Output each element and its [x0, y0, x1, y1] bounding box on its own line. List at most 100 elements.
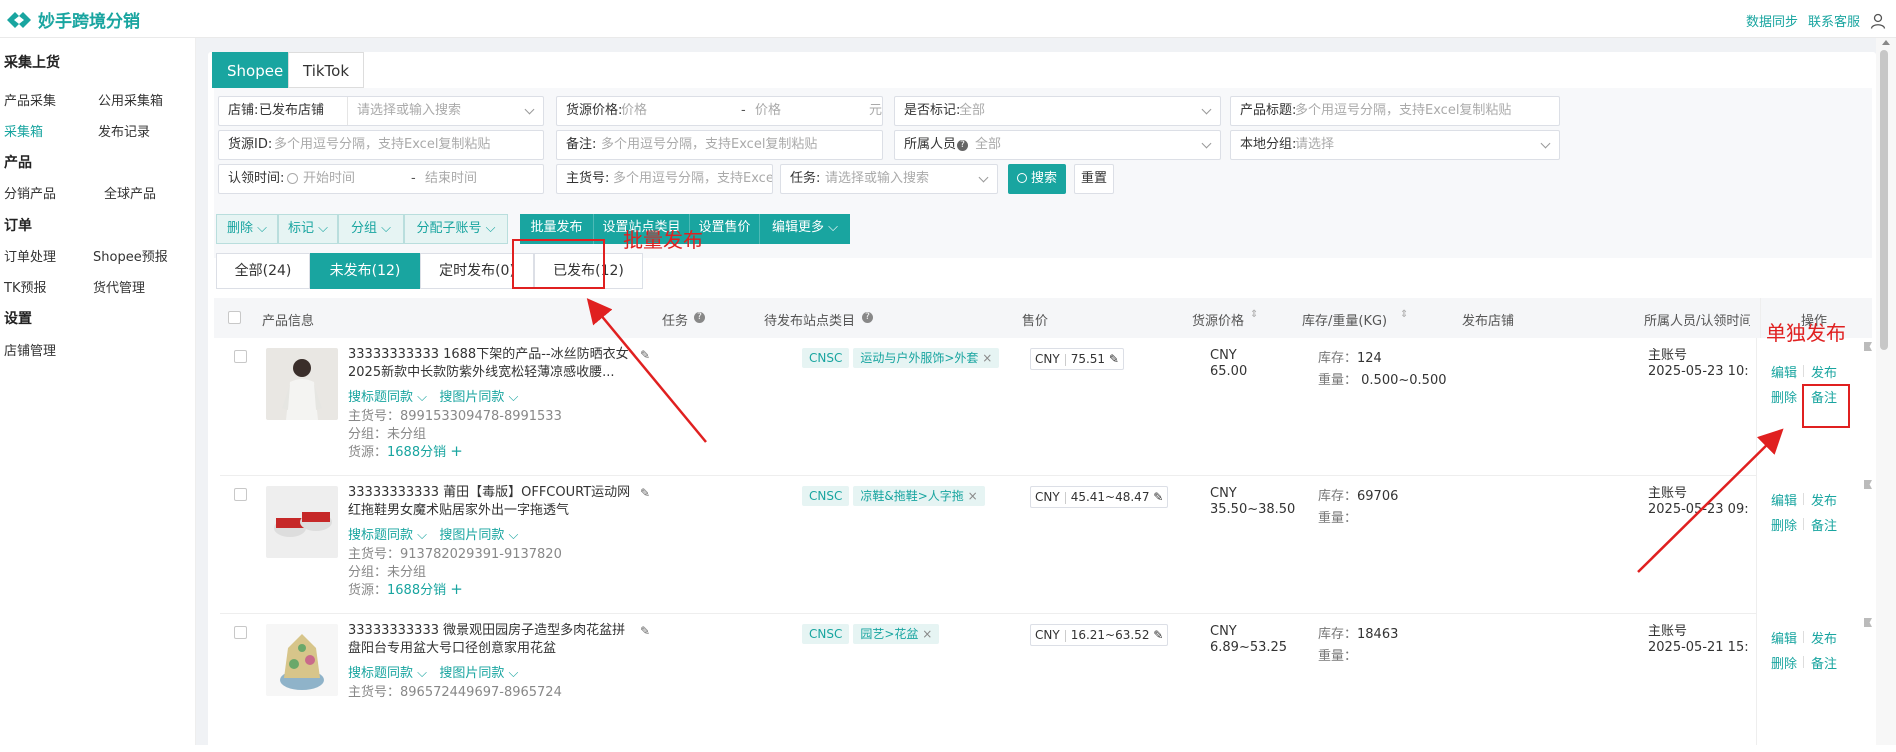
source-link[interactable]: 1688分销 — [387, 445, 446, 460]
product-thumbnail[interactable] — [266, 624, 338, 696]
search-title-same-link[interactable]: 搜标题同款 — [348, 390, 413, 405]
price-field[interactable]: CNY 16.21~63.52 ✎ — [1030, 624, 1169, 646]
price-value: 45.41~48.47 — [1070, 490, 1150, 504]
weight-label: 重量： — [1318, 649, 1358, 664]
weight-label: 重量： — [1318, 373, 1358, 388]
sidebar-item-collect-box[interactable]: 采集箱 — [4, 121, 43, 140]
source-price: CNY 65.00 — [1210, 348, 1247, 380]
app-logo[interactable]: 妙手跨境分销 — [6, 7, 140, 32]
edit-button[interactable]: 编辑 — [1771, 490, 1797, 509]
stock-label: 库存： — [1318, 489, 1358, 504]
close-icon[interactable]: × — [968, 489, 978, 503]
flag-icon[interactable] — [1864, 342, 1872, 351]
table-row: 33333333333 微景观田园房子造型多肉花盆拼盘阳台专用盆大号口径创意家用… — [220, 614, 1878, 745]
edit-button[interactable]: 编辑 — [1771, 628, 1797, 647]
search-title-same-link[interactable]: 搜标题同款 — [348, 666, 413, 681]
table-header: 产品信息 任务 ? 待发布站点类目 ? 售价 货源价格 ⇕ 库存/重量(KG) … — [214, 298, 1872, 338]
select-all-checkbox[interactable] — [228, 311, 241, 324]
delete-button[interactable]: 删除 — [1771, 653, 1797, 672]
row-checkbox[interactable] — [234, 488, 247, 501]
plus-icon[interactable]: + — [450, 580, 463, 598]
delete-button[interactable]: 删除 — [1771, 387, 1797, 406]
product-thumbnail[interactable] — [266, 348, 338, 420]
table-row: 33333333333 1688下架的产品--冰丝防晒衣女2025新款中长款防紫… — [220, 338, 1878, 476]
col-owner-time: 所属人员/认领时间 — [1644, 314, 1750, 329]
category-path: 凉鞋&拖鞋>人字拖 — [860, 489, 964, 503]
flag-icon[interactable] — [1864, 618, 1872, 627]
price-field[interactable]: CNY 45.41~48.47 ✎ — [1030, 486, 1169, 508]
row-checkbox[interactable] — [234, 350, 247, 363]
single-publish-annotation: 单独发布 — [1766, 321, 1846, 345]
sidebar-item-forwarder[interactable]: 货代管理 — [93, 277, 145, 296]
search-image-same-link[interactable]: 搜图片同款 — [439, 528, 504, 543]
col-task: 任务 — [662, 314, 689, 329]
plus-icon[interactable]: + — [450, 442, 463, 460]
pencil-icon[interactable]: ✎ — [640, 624, 650, 638]
note-button[interactable]: 备注 — [1811, 653, 1837, 672]
sidebar-item-distribution[interactable]: 分销产品 — [4, 183, 56, 202]
col-product-info: 产品信息 — [262, 314, 315, 329]
pencil-icon[interactable]: ✎ — [1109, 352, 1119, 366]
scroll-up-arrow-icon[interactable] — [1882, 40, 1890, 45]
scrollbar-thumb[interactable] — [1880, 50, 1888, 350]
pencil-icon[interactable]: ✎ — [640, 348, 650, 362]
site-category: CNSC 运动与户外服饰>外套 × — [802, 348, 1000, 368]
note-button[interactable]: 备注 — [1811, 515, 1837, 534]
publish-button[interactable]: 发布 — [1811, 490, 1837, 509]
sidebar-section-settings: 设置 — [4, 311, 32, 327]
category-path: 运动与户外服饰>外套 — [860, 351, 979, 365]
product-title[interactable]: 33333333333 1688下架的产品--冰丝防晒衣女2025新款中长款防紫… — [348, 346, 638, 382]
site-category: CNSC 凉鞋&拖鞋>人字拖 × — [802, 486, 985, 506]
help-icon[interactable]: ? — [862, 312, 873, 323]
owner-info: 主账号2025-05-23 09:59 — [1648, 486, 1748, 518]
sidebar-item-public-box[interactable]: 公用采集箱 — [98, 90, 163, 109]
batch-publish-highlight — [512, 239, 605, 289]
source-price-value: 6.89~53.25 — [1210, 640, 1288, 655]
help-icon[interactable]: ? — [694, 312, 705, 323]
sidebar-item-shopee-forecast[interactable]: Shopee预报 — [93, 246, 168, 265]
publish-button[interactable]: 发布 — [1811, 628, 1837, 647]
category-tag: 运动与户外服饰>外套 × — [853, 348, 1000, 368]
row-checkbox[interactable] — [234, 626, 247, 639]
search-links: 搜标题同款 ⌵ 搜图片同款 ⌵ — [348, 390, 519, 405]
price-value: 75.51 — [1070, 352, 1106, 366]
site-tag: CNSC — [802, 348, 850, 368]
product-title[interactable]: 33333333333 莆田【毒版】OFFCOURT运动网红拖鞋男女魔术贴居家外… — [348, 484, 638, 520]
sidebar-item-store-manage[interactable]: 店铺管理 — [4, 340, 56, 359]
source-label: 货源： — [348, 583, 388, 598]
source-currency: CNY — [1210, 486, 1237, 501]
sidebar-item-product-collect[interactable]: 产品采集 — [4, 90, 56, 109]
product-thumbnail[interactable] — [266, 486, 338, 558]
sidebar-item-global-product[interactable]: 全球产品 — [104, 183, 156, 202]
sort-icon[interactable]: ⇕ — [1250, 309, 1258, 320]
close-icon[interactable]: × — [922, 627, 932, 641]
search-title-same-link[interactable]: 搜标题同款 — [348, 528, 413, 543]
flag-icon[interactable] — [1864, 480, 1872, 489]
publish-button[interactable]: 发布 — [1811, 362, 1837, 381]
main-sku: 主货号：913782029391-9137820 — [348, 547, 562, 562]
sidebar-item-publish-record[interactable]: 发布记录 — [98, 121, 150, 140]
edit-button[interactable]: 编辑 — [1771, 362, 1797, 381]
action-column: 编辑 发布 删除 备注 — [1756, 476, 1878, 614]
currency: CNY — [1035, 352, 1060, 366]
search-image-same-link[interactable]: 搜图片同款 — [439, 666, 504, 681]
owner-info: 主账号2025-05-23 10:19 — [1648, 348, 1748, 380]
source-link[interactable]: 1688分销 — [387, 583, 446, 598]
col-source-price: 货源价格 — [1192, 314, 1245, 329]
source-info: 货源：1688分销 + — [348, 441, 463, 460]
pencil-icon[interactable]: ✎ — [1153, 628, 1163, 642]
owner-name: 主账号 — [1648, 486, 1688, 501]
sort-icon[interactable]: ⇕ — [1400, 309, 1408, 320]
price-field[interactable]: CNY 75.51 ✎ — [1030, 348, 1124, 370]
stock-label: 库存： — [1318, 627, 1358, 642]
sidebar-section-product: 产品 — [4, 155, 32, 171]
close-icon[interactable]: × — [982, 351, 992, 365]
sidebar-item-tk-forecast[interactable]: TK预报 — [4, 277, 46, 296]
sidebar-item-order-process[interactable]: 订单处理 — [4, 246, 56, 265]
search-image-same-link[interactable]: 搜图片同款 — [439, 390, 504, 405]
delete-button[interactable]: 删除 — [1771, 515, 1797, 534]
pencil-icon[interactable]: ✎ — [1153, 490, 1163, 504]
product-title[interactable]: 33333333333 微景观田园房子造型多肉花盆拼盘阳台专用盆大号口径创意家用… — [348, 622, 638, 658]
pencil-icon[interactable]: ✎ — [640, 486, 650, 500]
claim-time: 2025-05-21 15:30 — [1648, 640, 1748, 655]
